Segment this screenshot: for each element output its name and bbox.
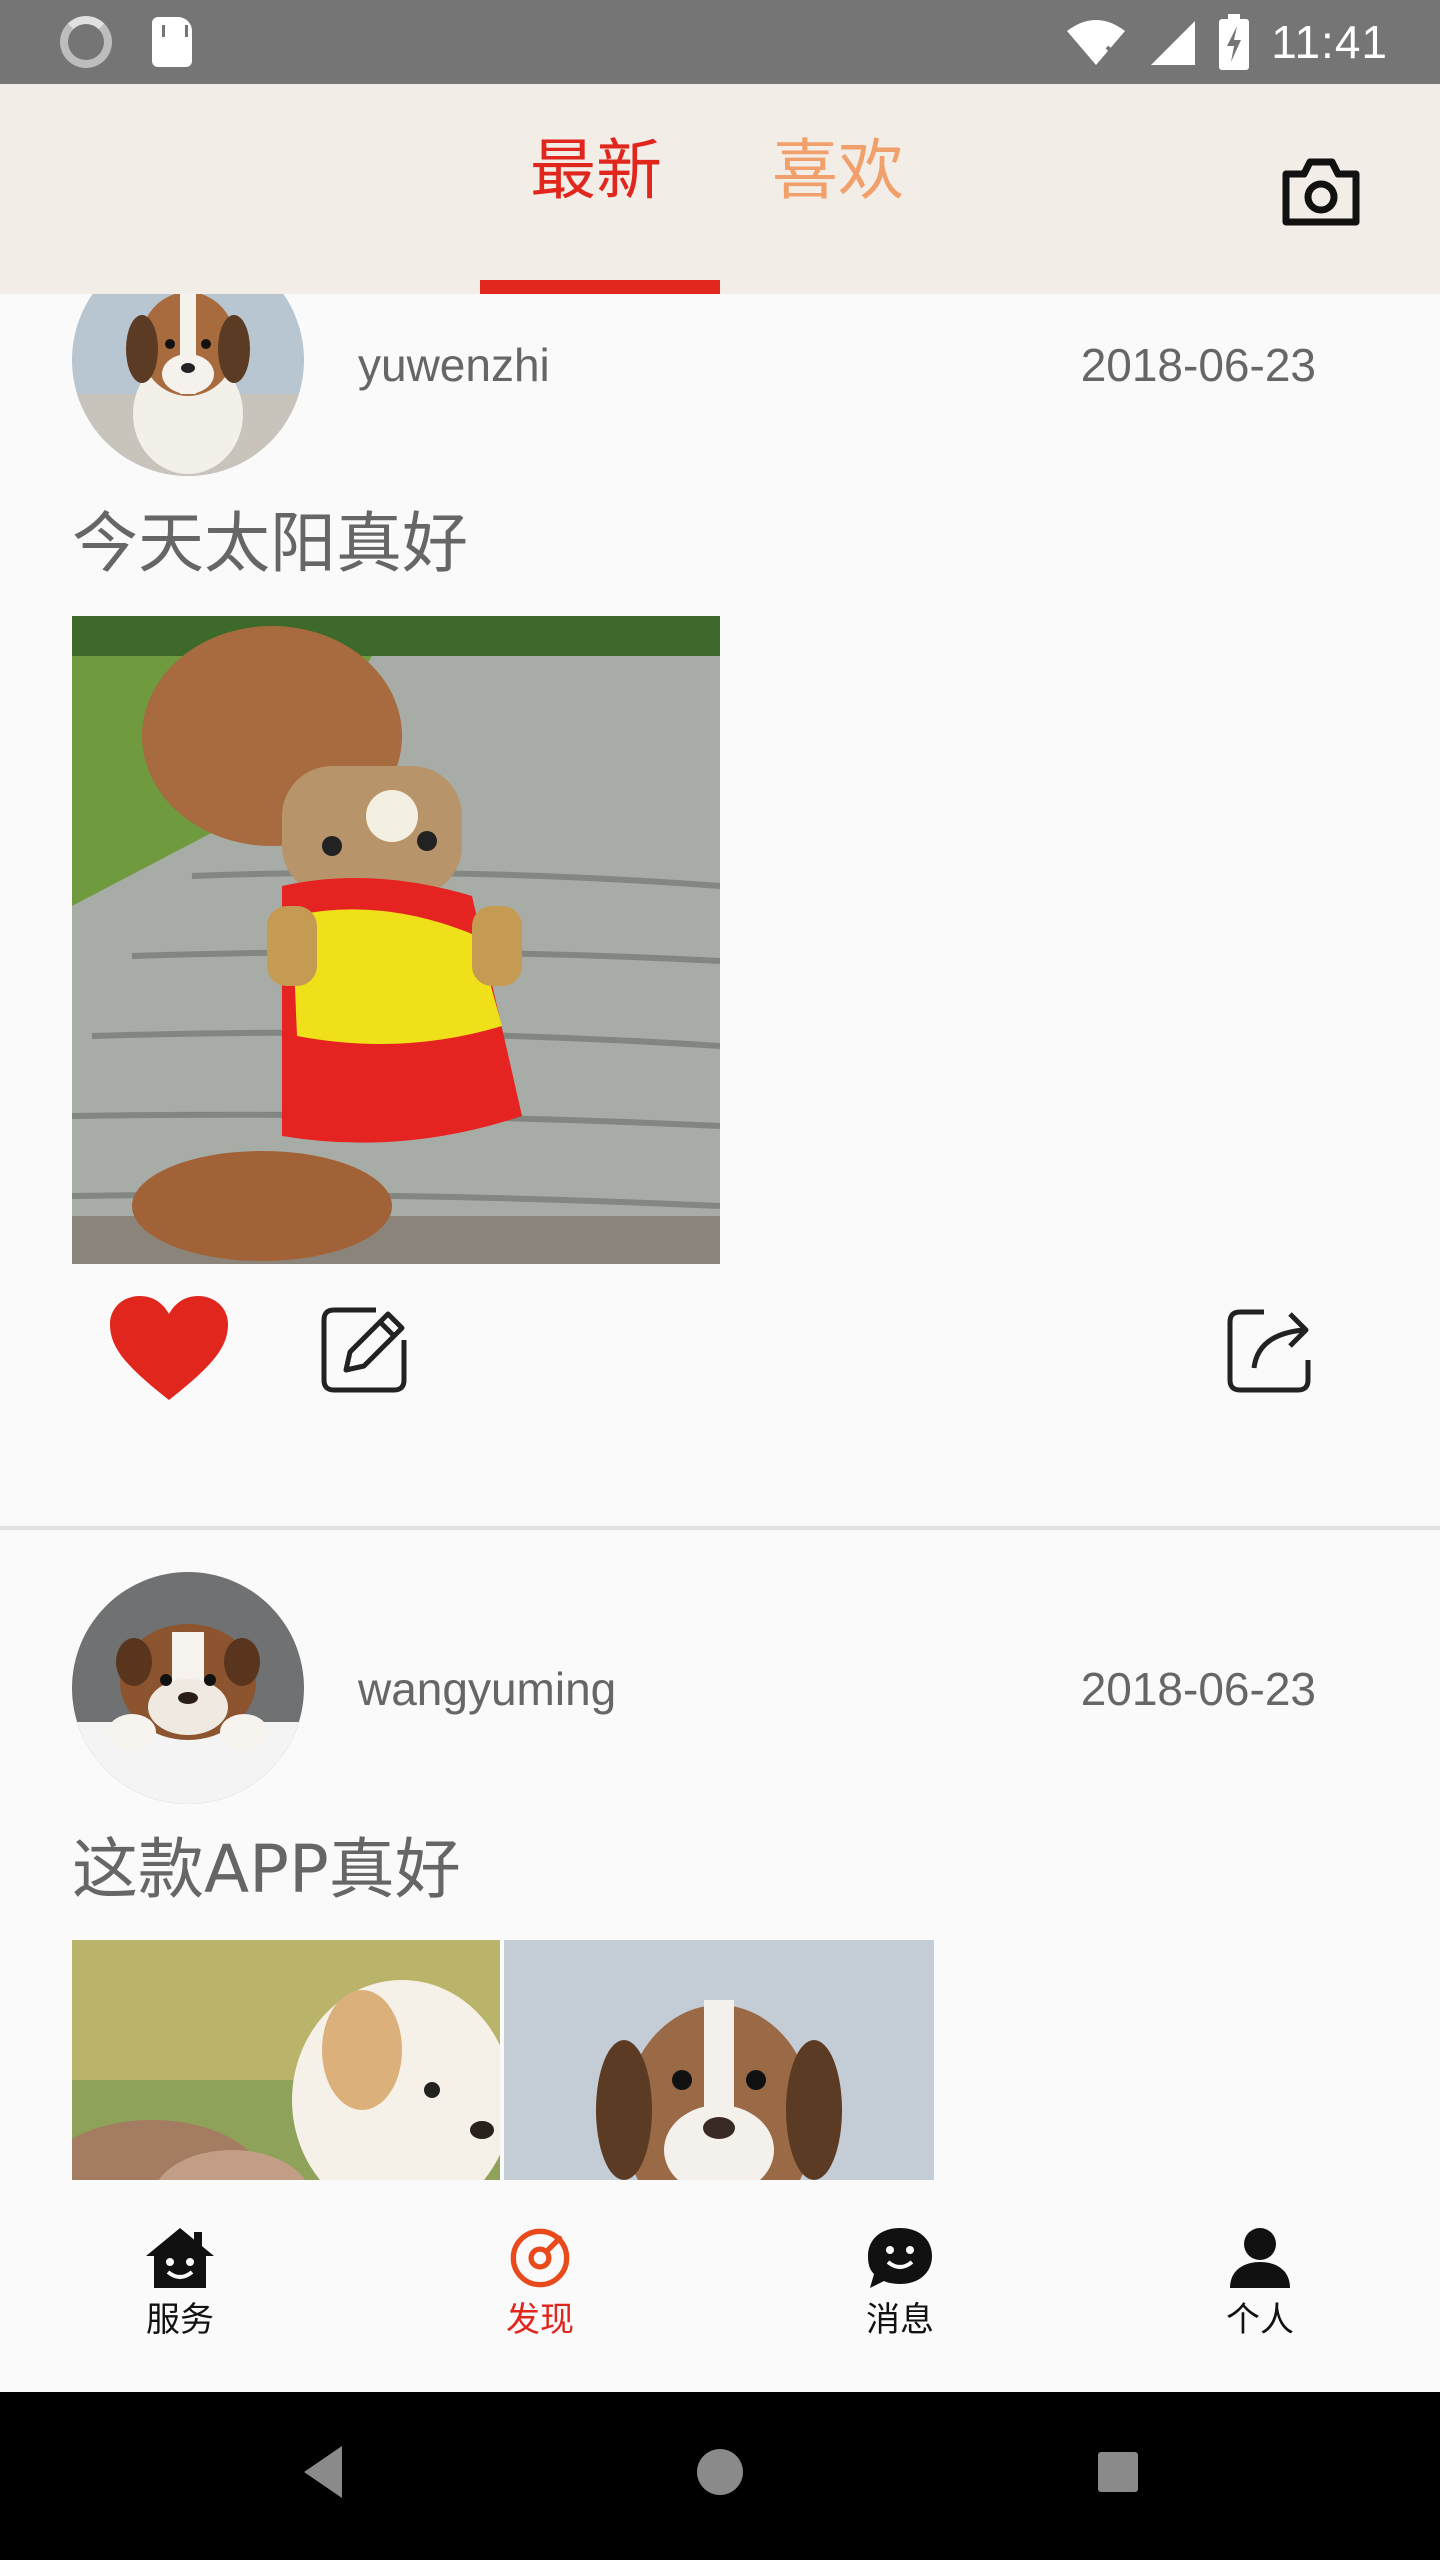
post-text: 这款APP真好 bbox=[72, 1831, 461, 1908]
recents-icon[interactable] bbox=[1096, 2442, 1140, 2502]
system-navigation-bar bbox=[0, 2392, 1440, 2560]
avatar[interactable] bbox=[72, 294, 304, 476]
home-icon[interactable] bbox=[696, 2442, 744, 2502]
post-card: yuwenzhi 2018-06-23 今天太阳真好 bbox=[0, 294, 1440, 1526]
post-text: 今天太阳真好 bbox=[72, 505, 468, 582]
tab-latest[interactable]: 最新 bbox=[530, 138, 662, 204]
top-tab-bar: 最新 喜欢 bbox=[0, 84, 1440, 294]
status-time: 11:41 bbox=[1271, 16, 1388, 68]
home-face-icon bbox=[146, 2228, 214, 2288]
message-icon bbox=[868, 2228, 932, 2288]
post-date: 2018-06-23 bbox=[1080, 1663, 1316, 1715]
post-image[interactable] bbox=[504, 1940, 934, 2180]
discover-icon bbox=[510, 2228, 570, 2288]
bottom-tab-bar: 服务 发现 消息 个人 bbox=[0, 2180, 1440, 2392]
tab-profile[interactable]: 个人 bbox=[1180, 2226, 1340, 2356]
back-icon[interactable] bbox=[298, 2442, 348, 2502]
feed-list[interactable]: yuwenzhi 2018-06-23 今天太阳真好 wangyuming 20… bbox=[0, 294, 1440, 2180]
username[interactable]: yuwenzhi bbox=[358, 338, 550, 392]
tab-profile-label: 个人 bbox=[1226, 2300, 1294, 2340]
post-image[interactable] bbox=[72, 616, 720, 1264]
tab-service[interactable]: 服务 bbox=[100, 2226, 260, 2356]
tab-likes[interactable]: 喜欢 bbox=[772, 138, 904, 204]
post-date: 2018-06-23 bbox=[1080, 339, 1316, 391]
active-tab-indicator bbox=[480, 280, 720, 294]
share-icon[interactable] bbox=[1224, 1304, 1316, 1396]
person-icon bbox=[1230, 2228, 1290, 2288]
post-card: wangyuming 2018-06-23 这款APP真好 bbox=[0, 1530, 1440, 2180]
heart-icon[interactable] bbox=[108, 1294, 230, 1404]
sync-spinner-icon bbox=[60, 16, 112, 68]
avatar[interactable] bbox=[72, 1572, 304, 1804]
edit-icon[interactable] bbox=[318, 1304, 410, 1396]
wifi-icon bbox=[1067, 20, 1126, 65]
tab-messages-label: 消息 bbox=[866, 2300, 934, 2340]
tab-discover-label: 发现 bbox=[506, 2300, 574, 2340]
battery-charging-icon bbox=[1219, 14, 1250, 70]
sd-card-icon bbox=[152, 17, 192, 67]
tab-discover[interactable]: 发现 bbox=[460, 2226, 620, 2356]
signal-icon bbox=[1151, 21, 1196, 65]
post-image[interactable] bbox=[72, 1940, 500, 2180]
username[interactable]: wangyuming bbox=[358, 1662, 616, 1716]
tab-service-label: 服务 bbox=[146, 2300, 214, 2340]
tab-messages[interactable]: 消息 bbox=[820, 2226, 980, 2356]
status-bar: 11:41 bbox=[0, 0, 1440, 84]
camera-icon[interactable] bbox=[1280, 154, 1362, 228]
